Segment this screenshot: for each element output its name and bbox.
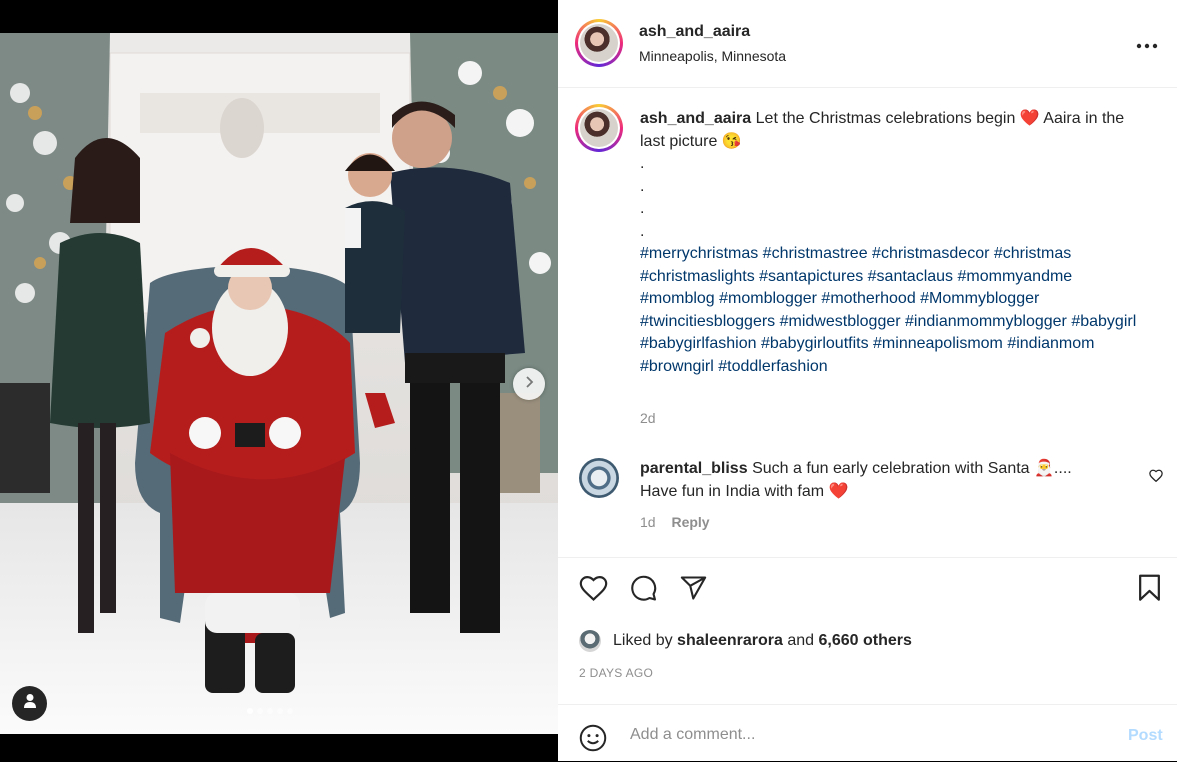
comment-meta: 1d Reply [640,514,710,530]
more-options-icon[interactable] [1136,32,1158,55]
caption-dot: . [640,177,645,195]
commenter-username[interactable]: parental_bliss [640,460,748,477]
caption-time: 2d [640,410,656,426]
liker-avatar[interactable] [579,630,601,652]
caption-dot: . [640,155,645,172]
comment-bubble-icon[interactable] [629,574,658,607]
likes-others[interactable]: 6,660 others [819,632,912,650]
post-location[interactable]: Minneapolis, Minnesota [639,48,786,64]
likes-prefix: Liked by [613,632,673,649]
caption-username[interactable]: ash_and_aaira [640,110,751,127]
caption-author-avatar[interactable] [575,104,623,152]
post-header: ash_and_aaira Minneapolis, Minnesota [558,0,1177,88]
liker-username[interactable]: shaleenrarora [677,632,783,650]
tagged-users-button[interactable] [12,686,47,721]
post-media [0,0,558,761]
commenter-avatar[interactable] [579,458,619,498]
likes-and: and [787,632,815,649]
likes-summary: Liked by shaleenrarora and 6,660 others [579,630,912,652]
caption-dot: . [640,222,645,240]
caption-dot: . [640,200,645,217]
next-photo-button[interactable] [513,368,545,400]
carousel-dot [267,708,273,714]
emoji-smiley-icon[interactable] [579,724,607,757]
post-comment-button[interactable]: Post [1128,727,1163,745]
reply-button[interactable]: Reply [671,514,709,530]
chevron-right-icon [522,375,536,394]
post-caption: ash_and_aaira Let the Christmas celebrat… [640,108,1150,378]
share-paper-plane-icon[interactable] [679,574,708,607]
carousel-indicator [247,708,293,714]
save-bookmark-icon[interactable] [1137,574,1162,607]
user-icon [23,693,37,714]
comment-input[interactable] [628,721,1092,749]
post-date: 2 DAYS AGO [579,666,654,680]
author-avatar[interactable] [575,19,623,67]
carousel-dot [247,708,253,714]
comment-time: 1d [640,514,656,530]
carousel-dot [287,708,293,714]
caption-hashtags[interactable]: #merrychristmas #christmastree #christma… [640,243,1150,378]
like-heart-icon[interactable] [579,574,608,607]
comment: parental_bliss Such a fun early celebrat… [640,458,1110,503]
carousel-dot [257,708,263,714]
post-photo[interactable] [0,33,558,734]
post-panel: ash_and_aaira Minneapolis, Minnesota ash… [558,0,1177,761]
like-comment-heart-icon[interactable] [1149,469,1163,487]
carousel-dot [277,708,283,714]
author-username[interactable]: ash_and_aaira [639,23,750,41]
add-comment-bar: Post [558,704,1177,762]
